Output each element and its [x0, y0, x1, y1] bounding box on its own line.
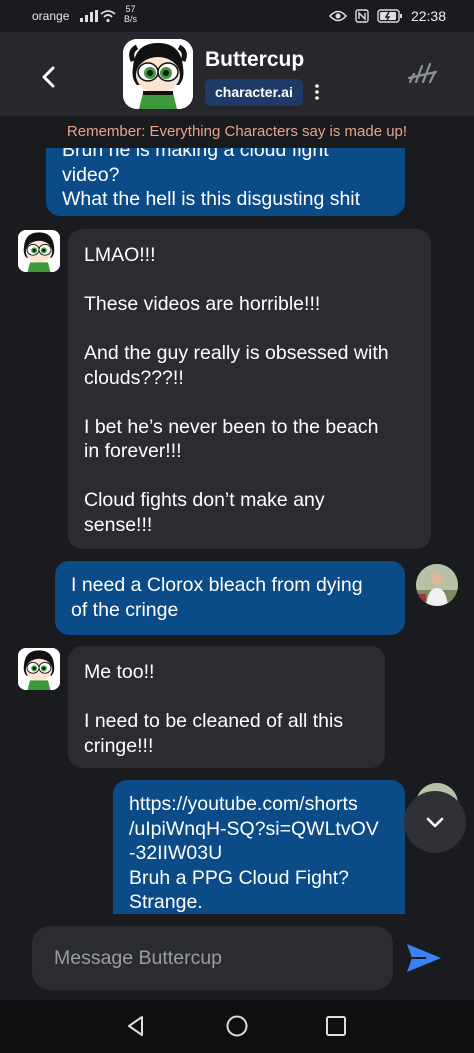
user-avatar[interactable] — [416, 564, 458, 606]
message-composer — [0, 914, 474, 1000]
bot-message[interactable]: LMAO!!! These videos are horrible!!! And… — [68, 229, 431, 549]
user-message[interactable]: I need a Clorox bleach from dying of the… — [55, 561, 405, 635]
network-speed-value: 57 — [125, 4, 136, 14]
user-message[interactable]: https://youtube.com/shorts /uIpiWnqH-SQ?… — [113, 780, 405, 914]
character-name[interactable]: Buttercup — [205, 48, 304, 72]
carrier-name: orange — [32, 9, 70, 23]
more-options-icon[interactable] — [312, 82, 322, 102]
back-arrow-icon[interactable] — [34, 62, 64, 92]
nav-back-icon[interactable] — [124, 1014, 148, 1038]
status-bar: orange 57 B/s 22:38 — [0, 0, 474, 32]
clock: 22:38 — [410, 8, 446, 24]
nav-recent-apps-icon[interactable] — [325, 1015, 347, 1037]
character-ai-logo-icon[interactable] — [406, 60, 440, 90]
buttercup-avatar-image — [18, 648, 60, 690]
buttercup-avatar-image — [123, 39, 193, 109]
send-icon[interactable] — [404, 940, 444, 976]
character-ai-badge[interactable]: character.ai — [205, 79, 303, 106]
disclaimer-banner: Remember: Everything Characters say is m… — [0, 116, 474, 148]
scroll-to-bottom-button[interactable] — [404, 791, 466, 853]
nav-home-icon[interactable] — [225, 1014, 249, 1038]
network-speed-unit: B/s — [124, 14, 138, 24]
bot-avatar[interactable] — [18, 230, 60, 272]
chevron-down-icon — [426, 817, 444, 828]
network-speed: 57 B/s — [124, 4, 137, 24]
character-avatar[interactable] — [123, 39, 193, 109]
system-navigation-bar — [0, 1000, 474, 1053]
nfc-icon — [355, 9, 369, 23]
message-input[interactable] — [32, 926, 393, 990]
user-message[interactable]: Bruh he is making a cloud fight video? W… — [46, 148, 405, 216]
eye-icon — [328, 10, 347, 22]
chat-header: Buttercup character.ai — [0, 32, 474, 116]
buttercup-avatar-image — [18, 230, 60, 272]
battery-icon — [377, 9, 402, 23]
signal-icon — [80, 10, 98, 22]
user-avatar-image — [416, 564, 458, 606]
bot-avatar[interactable] — [18, 648, 60, 690]
bot-message[interactable]: Me too!! I need to be cleaned of all thi… — [68, 646, 385, 768]
wifi-icon — [100, 10, 116, 23]
chat-messages[interactable]: Bruh he is making a cloud fight video? W… — [0, 148, 474, 914]
